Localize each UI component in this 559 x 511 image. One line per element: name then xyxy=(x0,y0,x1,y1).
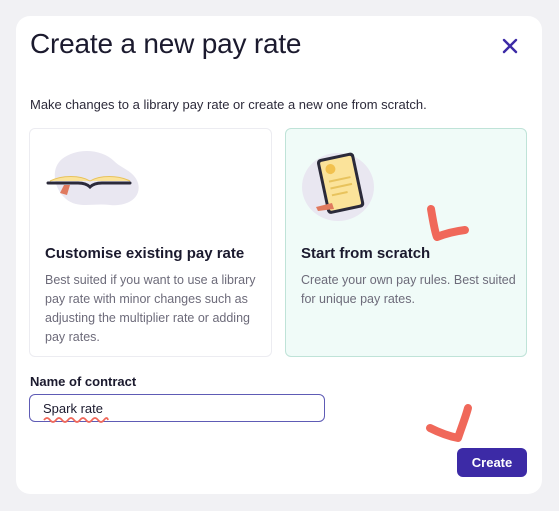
tablet-document-icon xyxy=(302,152,374,221)
close-icon[interactable] xyxy=(500,36,520,56)
option-title: Start from scratch xyxy=(301,245,431,262)
dialog-subtitle: Make changes to a library pay rate or cr… xyxy=(30,97,427,112)
contract-name-label: Name of contract xyxy=(30,374,137,389)
option-description: Create your own pay rules. Best suited f… xyxy=(301,273,516,306)
spellcheck-underline xyxy=(43,417,109,423)
option-title: Customise existing pay rate xyxy=(45,245,245,262)
option-customise-existing[interactable]: Customise existing pay rate Best suited … xyxy=(29,128,272,357)
option-description: Best suited if you want to use a library… xyxy=(45,273,256,344)
create-button[interactable]: Create xyxy=(457,448,527,477)
dialog-title: Create a new pay rate xyxy=(30,28,302,59)
annotation-checkmark-icon xyxy=(427,205,469,241)
annotation-checkmark-icon xyxy=(426,404,472,442)
open-book-icon xyxy=(46,150,139,206)
option-start-from-scratch[interactable]: Start from scratch Create your own pay r… xyxy=(285,128,527,357)
create-pay-rate-dialog: Create a new pay rate Make changes to a … xyxy=(16,16,542,494)
